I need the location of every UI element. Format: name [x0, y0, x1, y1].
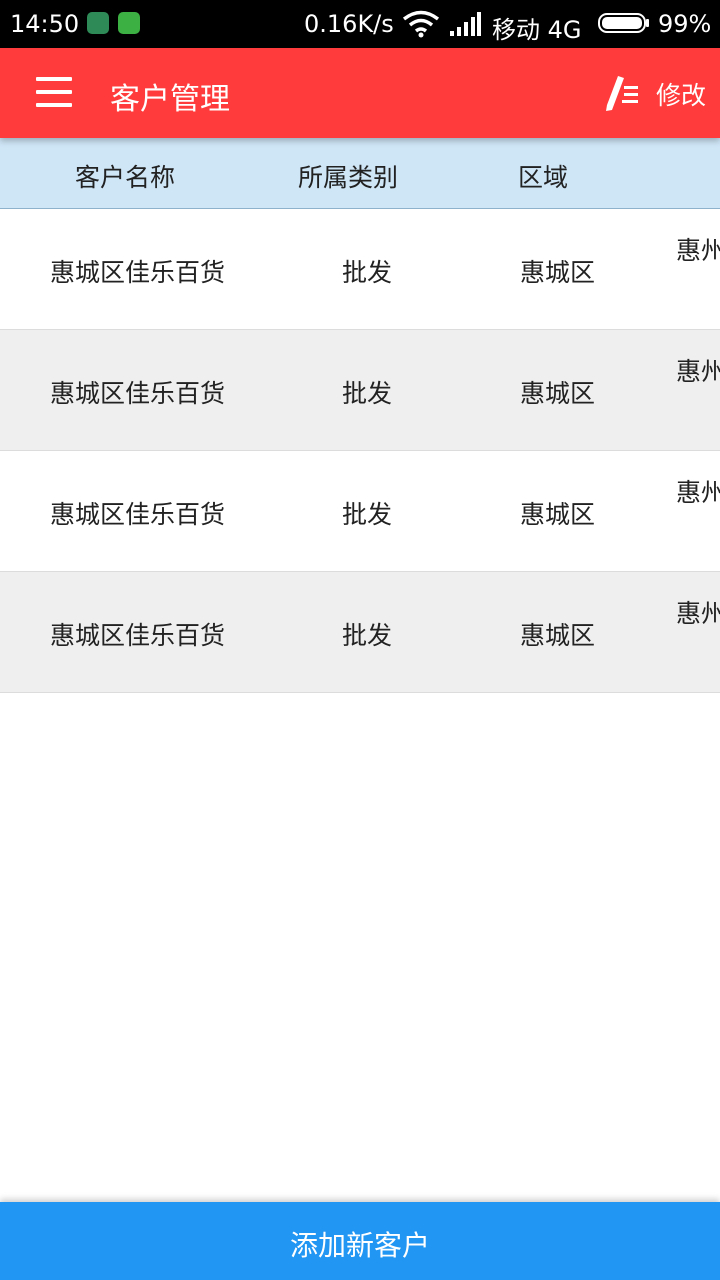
status-time: 14:50 [10, 10, 80, 38]
customer-list: 惠城区佳乐百货 批发 惠城区 惠州 惠城区佳乐百货 批发 惠城区 惠州 惠城区佳… [0, 209, 720, 693]
customer-category: 批发 [342, 500, 393, 529]
customer-name: 惠城区佳乐百货 [50, 500, 226, 529]
wifi-icon [402, 10, 440, 38]
customer-category: 批发 [342, 621, 393, 650]
customer-region: 惠城区 [520, 258, 596, 287]
customer-category: 批发 [342, 379, 393, 408]
message-icon [118, 12, 140, 34]
table-row[interactable]: 惠城区佳乐百货 批发 惠城区 惠州 [0, 209, 720, 330]
customer-address: 惠州 [676, 357, 720, 386]
customer-name: 惠城区佳乐百货 [50, 379, 226, 408]
add-customer-label: 添加新客户 [289, 1229, 430, 1262]
toolbar: 客户管理 修改 [0, 48, 720, 138]
network-speed: 0.16K/s [304, 10, 394, 38]
customer-name: 惠城区佳乐百货 [50, 258, 226, 287]
header-region: 区域 [518, 163, 569, 192]
customer-address: 惠州 [676, 478, 720, 507]
customer-region: 惠城区 [520, 621, 596, 650]
menu-icon-bar [36, 77, 72, 81]
edit-icon [606, 76, 638, 111]
header-customer-name: 客户名称 [75, 163, 176, 192]
shield-icon [87, 12, 109, 34]
menu-icon-bar [36, 90, 72, 94]
battery-icon [598, 13, 649, 33]
carrier-label: 移动 4G [492, 16, 582, 44]
customer-category: 批发 [342, 258, 393, 287]
customer-name: 惠城区佳乐百货 [50, 621, 226, 650]
table-row[interactable]: 惠城区佳乐百货 批发 惠城区 惠州 [0, 451, 720, 572]
status-bar: 14:50 0.16K/s 移动 4G 99% [0, 0, 720, 48]
menu-icon-bar [36, 103, 72, 107]
battery-percent: 99% [658, 10, 712, 38]
header-category: 所属类别 [298, 163, 399, 192]
table-header: 客户名称 所属类别 区域 [0, 138, 720, 209]
table-row[interactable]: 惠城区佳乐百货 批发 惠城区 惠州 [0, 330, 720, 451]
customer-address: 惠州 [676, 236, 720, 265]
signal-icon [450, 12, 481, 36]
table-row[interactable]: 惠城区佳乐百货 批发 惠城区 惠州 [0, 572, 720, 693]
page-title: 客户管理 [110, 82, 230, 117]
edit-button[interactable]: 修改 [604, 70, 712, 116]
customer-region: 惠城区 [520, 379, 596, 408]
customer-address: 惠州 [676, 599, 720, 628]
customer-region: 惠城区 [520, 500, 596, 529]
edit-label: 修改 [656, 81, 707, 110]
add-customer-button[interactable]: 添加新客户 [0, 1202, 720, 1280]
menu-button[interactable] [36, 75, 74, 109]
